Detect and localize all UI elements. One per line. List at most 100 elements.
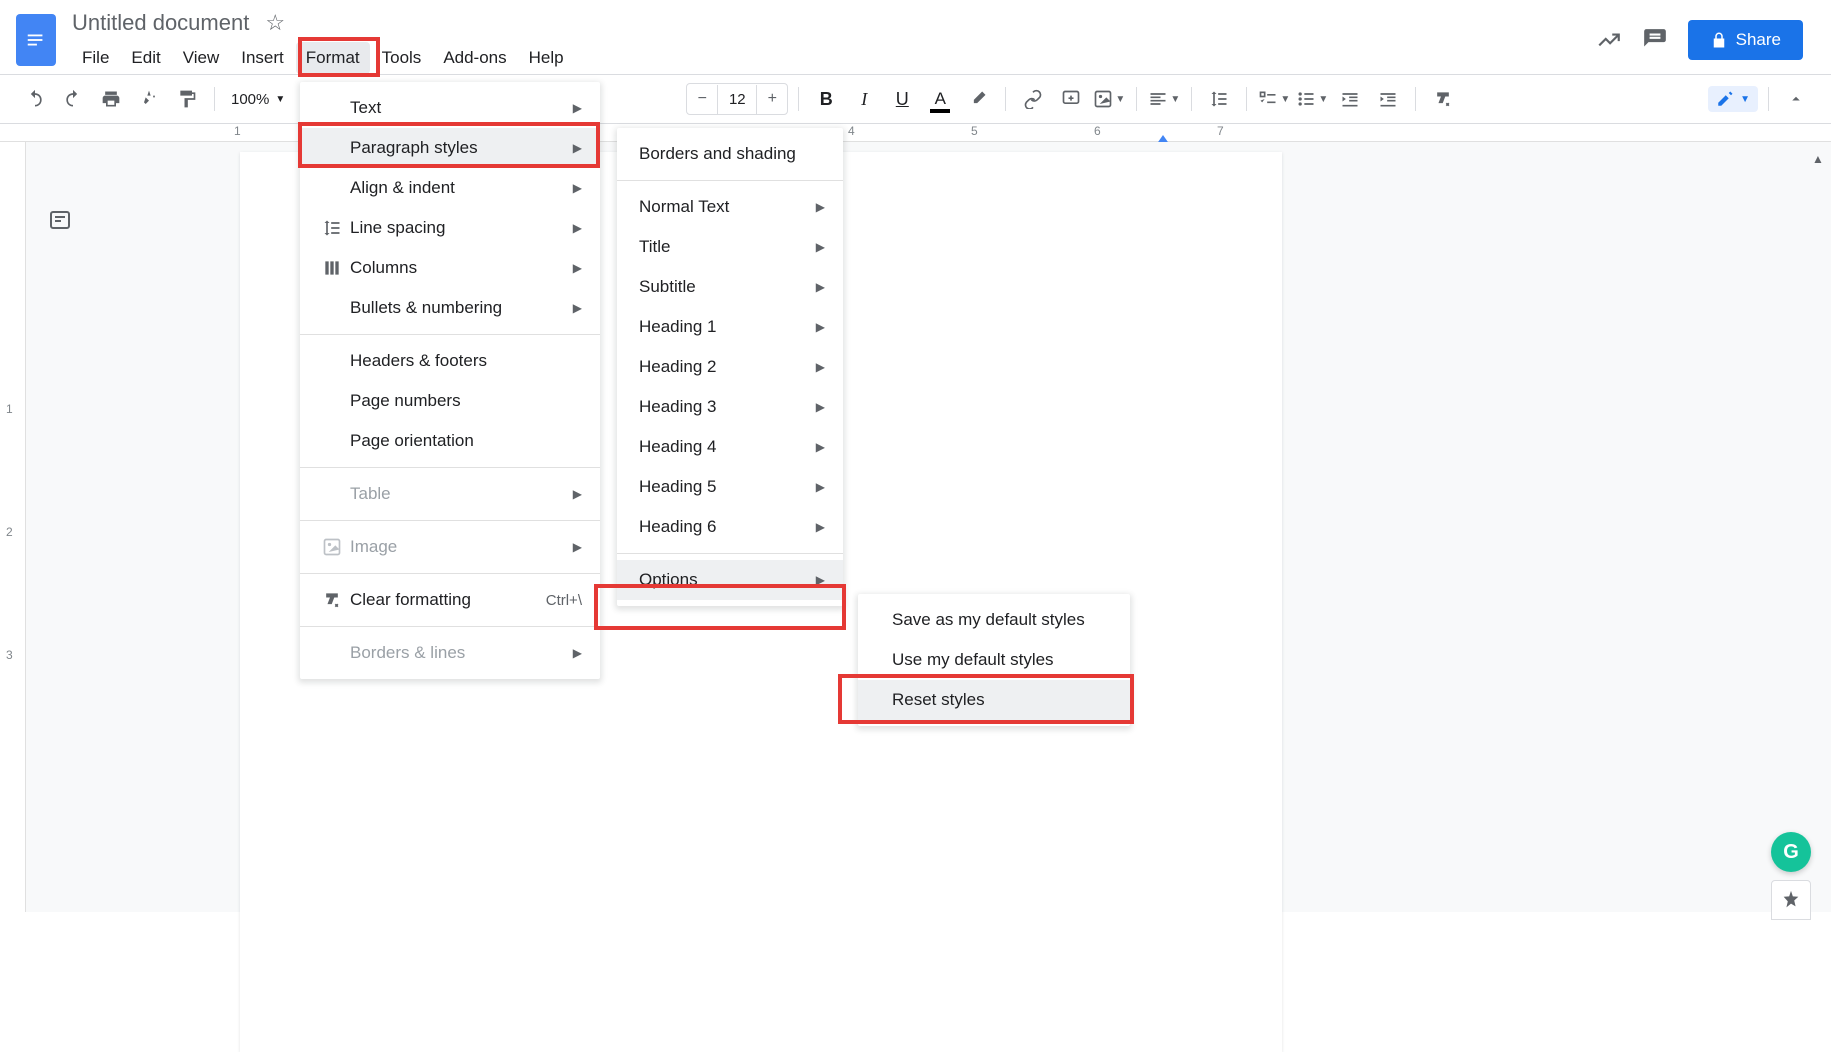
scrollbar-up-icon[interactable]: ▲	[1809, 152, 1827, 166]
format-paragraph-styles[interactable]: Paragraph styles▶	[300, 128, 600, 168]
insert-link-button[interactable]	[1016, 82, 1050, 116]
options-reset-styles[interactable]: Reset styles	[858, 680, 1130, 720]
paragraph-heading6[interactable]: Heading 6▶	[617, 507, 843, 547]
separator	[214, 87, 215, 111]
separator	[1136, 87, 1137, 111]
grammarly-icon[interactable]: G	[1771, 832, 1811, 872]
decrease-indent-button[interactable]	[1333, 82, 1367, 116]
increase-indent-button[interactable]	[1371, 82, 1405, 116]
insert-comment-button[interactable]	[1054, 82, 1088, 116]
insert-image-button[interactable]: ▼	[1092, 82, 1126, 116]
format-columns[interactable]: Columns▶	[300, 248, 600, 288]
menu-tools[interactable]: Tools	[372, 42, 432, 74]
checklist-button[interactable]: ▼	[1257, 82, 1291, 116]
paragraph-normal-text[interactable]: Normal Text▶	[617, 187, 843, 227]
line-spacing-button[interactable]	[1202, 82, 1236, 116]
menubar: File Edit View Insert Format Tools Add-o…	[72, 42, 1596, 74]
separator	[300, 573, 600, 574]
paragraph-borders-shading[interactable]: Borders and shading	[617, 134, 843, 174]
menu-help[interactable]: Help	[519, 42, 574, 74]
activity-icon[interactable]	[1596, 27, 1622, 53]
format-align-indent[interactable]: Align & indent▶	[300, 168, 600, 208]
pencil-icon	[1716, 90, 1734, 108]
format-image[interactable]: Image▶	[300, 527, 600, 567]
undo-button[interactable]	[18, 82, 52, 116]
zoom-select[interactable]: 100% ▼	[225, 91, 291, 108]
paint-format-button[interactable]	[170, 82, 204, 116]
redo-button[interactable]	[56, 82, 90, 116]
menu-addons[interactable]: Add-ons	[433, 42, 516, 74]
comments-icon[interactable]	[1642, 27, 1668, 53]
document-outline-button[interactable]	[42, 202, 78, 238]
separator	[798, 87, 799, 111]
separator	[300, 520, 600, 521]
docs-logo-icon[interactable]	[16, 14, 56, 66]
document-title[interactable]: Untitled document	[72, 8, 249, 38]
app-header: Untitled document ☆ File Edit View Inser…	[0, 0, 1831, 74]
columns-icon	[318, 258, 346, 278]
format-text[interactable]: Text▶	[300, 88, 600, 128]
explore-button[interactable]	[1771, 880, 1811, 920]
ruler-number: 7	[1217, 124, 1224, 138]
ruler-number: 1	[234, 124, 241, 138]
paragraph-subtitle[interactable]: Subtitle▶	[617, 267, 843, 307]
paragraph-heading3[interactable]: Heading 3▶	[617, 387, 843, 427]
format-line-spacing[interactable]: Line spacing▶	[300, 208, 600, 248]
share-button[interactable]: Share	[1688, 20, 1803, 60]
italic-button[interactable]: I	[847, 82, 881, 116]
format-clear-formatting[interactable]: Clear formattingCtrl+\	[300, 580, 600, 620]
ruler-number: 3	[6, 648, 13, 662]
clear-formatting-button[interactable]	[1426, 82, 1460, 116]
menu-insert[interactable]: Insert	[231, 42, 294, 74]
bold-button[interactable]: B	[809, 82, 843, 116]
underline-button[interactable]: U	[885, 82, 919, 116]
menu-view[interactable]: View	[173, 42, 230, 74]
ruler-number: 2	[6, 525, 13, 539]
paragraph-heading4[interactable]: Heading 4▶	[617, 427, 843, 467]
menu-edit[interactable]: Edit	[121, 42, 170, 74]
format-menu-panel: Text▶ Paragraph styles▶ Align & indent▶ …	[300, 82, 600, 679]
toolbar: 100% ▼ − 12 + B I U A ▼ ▼ ▼ ▼ ▼	[0, 74, 1831, 124]
horizontal-ruler[interactable]: 1 4 5 6 7	[0, 124, 1831, 142]
paragraph-heading1[interactable]: Heading 1▶	[617, 307, 843, 347]
format-table[interactable]: Table▶	[300, 474, 600, 514]
align-button[interactable]: ▼	[1147, 82, 1181, 116]
format-bullets-numbering[interactable]: Bullets & numbering▶	[300, 288, 600, 328]
paragraph-title[interactable]: Title▶	[617, 227, 843, 267]
editing-mode-button[interactable]: ▼	[1708, 86, 1758, 112]
format-page-numbers[interactable]: Page numbers	[300, 381, 600, 421]
separator	[1191, 87, 1192, 111]
format-headers-footers[interactable]: Headers & footers	[300, 341, 600, 381]
format-borders-lines[interactable]: Borders & lines▶	[300, 633, 600, 673]
print-button[interactable]	[94, 82, 128, 116]
spellcheck-button[interactable]	[132, 82, 166, 116]
lock-icon	[1710, 31, 1728, 49]
zoom-value: 100%	[231, 91, 269, 108]
share-button-label: Share	[1736, 30, 1781, 50]
separator	[300, 626, 600, 627]
format-page-orientation[interactable]: Page orientation	[300, 421, 600, 461]
image-icon	[318, 537, 346, 557]
star-icon[interactable]: ☆	[265, 10, 285, 36]
text-color-button[interactable]: A	[923, 82, 957, 116]
paragraph-heading5[interactable]: Heading 5▶	[617, 467, 843, 507]
vertical-ruler[interactable]: 1 2 3	[0, 142, 26, 912]
separator	[1246, 87, 1247, 111]
menu-format[interactable]: Format	[296, 42, 370, 74]
options-save-default[interactable]: Save as my default styles	[858, 600, 1130, 640]
paragraph-styles-submenu: Borders and shading Normal Text▶ Title▶ …	[617, 128, 843, 606]
bulleted-list-button[interactable]: ▼	[1295, 82, 1329, 116]
options-use-default[interactable]: Use my default styles	[858, 640, 1130, 680]
font-size-value[interactable]: 12	[717, 85, 757, 114]
separator	[617, 180, 843, 181]
paragraph-heading2[interactable]: Heading 2▶	[617, 347, 843, 387]
ruler-number: 5	[971, 124, 978, 138]
highlight-color-button[interactable]	[961, 82, 995, 116]
paragraph-options[interactable]: Options▶	[617, 560, 843, 600]
collapse-toolbar-button[interactable]	[1779, 82, 1813, 116]
menu-file[interactable]: File	[72, 42, 119, 74]
font-size-decrease[interactable]: −	[687, 84, 717, 114]
line-spacing-icon	[318, 218, 346, 238]
font-size-increase[interactable]: +	[757, 84, 787, 114]
font-size-group: − 12 +	[686, 83, 788, 115]
